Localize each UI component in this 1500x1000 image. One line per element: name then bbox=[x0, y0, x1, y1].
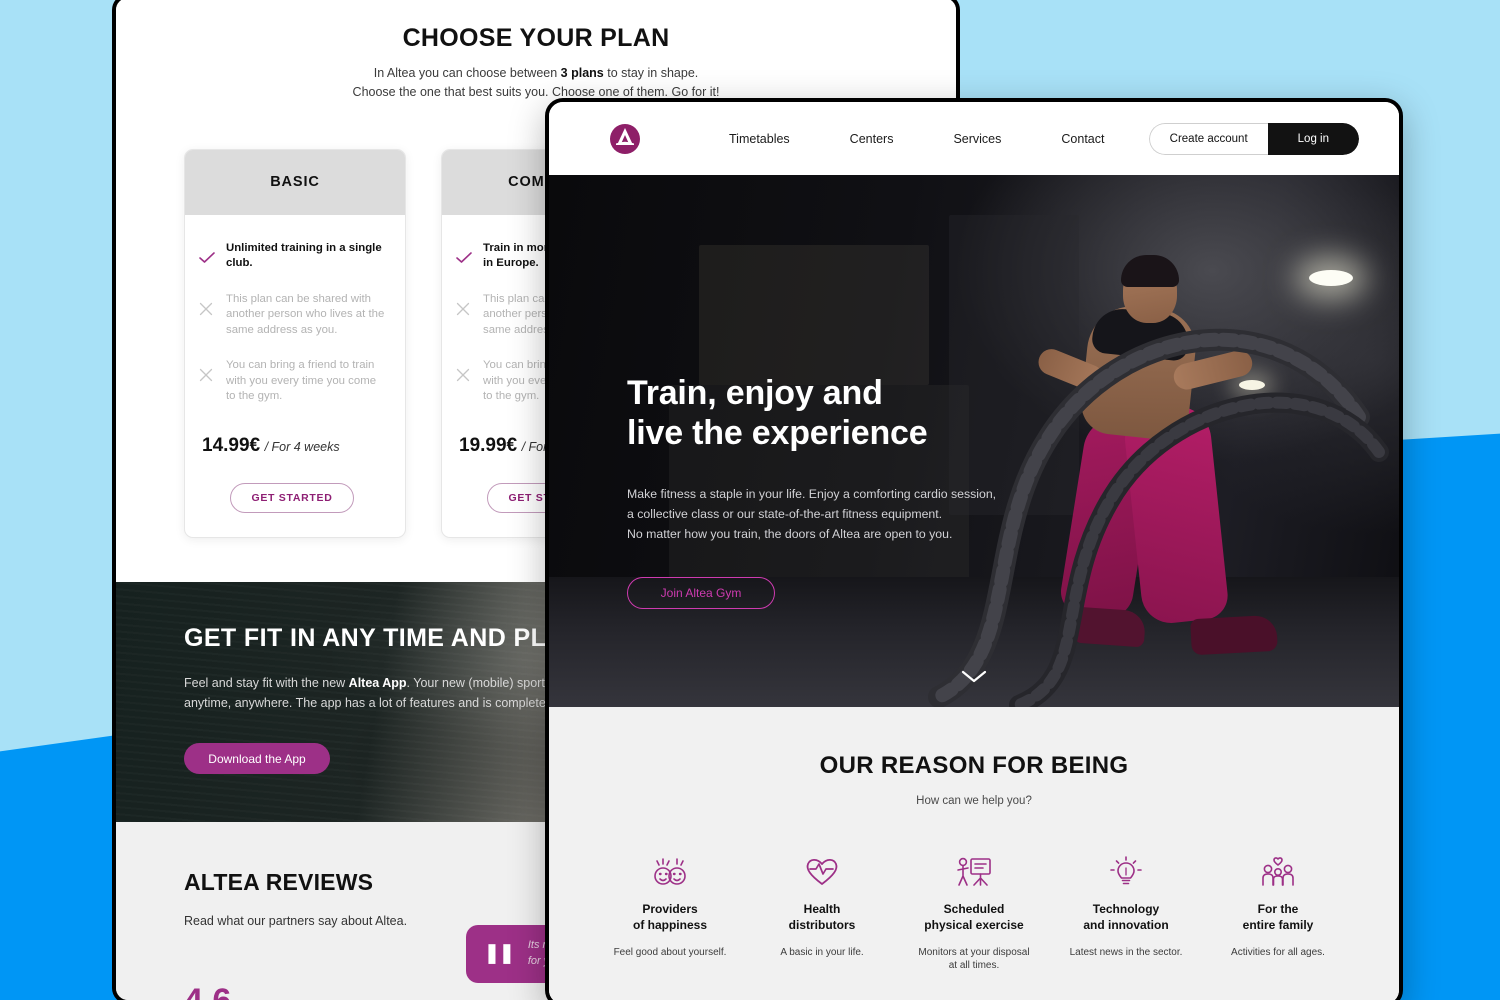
cross-icon bbox=[456, 292, 472, 339]
feature-providers-of-happiness[interactable]: Providers of happiness Feel good about y… bbox=[594, 855, 746, 973]
feature-technology-and-innovation[interactable]: Technology and innovation Latest news in… bbox=[1050, 855, 1202, 973]
plan-feature-excluded: You can bring a friend to train with you… bbox=[199, 358, 385, 405]
feature-description: Activities for all ages. bbox=[1231, 946, 1325, 958]
hero-desc-line3: No matter how you train, the doors of Al… bbox=[627, 527, 953, 542]
hero-title-line1: Train, enjoy and bbox=[627, 374, 883, 412]
feature-title: For the entire family bbox=[1242, 902, 1314, 932]
quote-icon: ❚❚ bbox=[484, 943, 515, 965]
plans-subtitle-part3: to stay in shape. bbox=[603, 66, 699, 80]
feature-for-the-entire-family[interactable]: For the entire family Activities for all… bbox=[1202, 855, 1354, 973]
plan-feature-included: Unlimited training in a single club. bbox=[199, 241, 385, 272]
plan-name: BASIC bbox=[185, 149, 405, 215]
page-title: CHOOSE YOUR PLAN bbox=[402, 24, 670, 52]
feature-description: Monitors at your disposal at all times. bbox=[918, 946, 1030, 972]
hero-desc-line1: Make fitness a staple in your life. Enjo… bbox=[627, 487, 997, 502]
cross-icon bbox=[199, 292, 215, 339]
feature-scheduled-physical-exercise[interactable]: Scheduled physical exercise Monitors at … bbox=[898, 855, 1050, 973]
plans-subtitle: In Altea you can choose between 3 plans … bbox=[116, 64, 956, 103]
join-altea-gym-button[interactable]: Join Altea Gym bbox=[627, 576, 775, 609]
create-account-button[interactable]: Create account bbox=[1148, 122, 1268, 155]
auth-button-group: Create account Log in bbox=[1148, 122, 1359, 155]
plan-feature-text: Unlimited training in a single club. bbox=[226, 241, 382, 270]
feature-title: Scheduled physical exercise bbox=[924, 902, 1024, 932]
hero-title-line2: live the experience bbox=[627, 414, 928, 453]
hero-title: Train, enjoy and live the experience bbox=[627, 373, 996, 453]
plans-subtitle-highlight: 3 plans bbox=[560, 66, 604, 80]
nav-link-timetables[interactable]: Timetables bbox=[699, 132, 820, 146]
check-icon bbox=[199, 241, 215, 272]
plan-card-basic[interactable]: BASIC Unlimited training in a single clu… bbox=[184, 148, 406, 538]
lightbulb-icon bbox=[1056, 855, 1196, 889]
feature-title: Technology and innovation bbox=[1083, 902, 1169, 932]
family-heart-icon bbox=[1208, 855, 1348, 889]
feature-title: Providers of happiness bbox=[632, 902, 707, 932]
cross-icon bbox=[199, 358, 215, 405]
nav-link-contact[interactable]: Contact bbox=[1031, 132, 1134, 146]
main-navigation: Timetables Centers Services Contact Crea… bbox=[549, 102, 1399, 175]
plan-feature-text: This plan can be shared with another per… bbox=[226, 292, 385, 336]
reason-for-being-section: OUR REASON FOR BEING How can we help you… bbox=[549, 707, 1399, 1000]
plans-subtitle-part1: In Altea you can choose between bbox=[373, 66, 561, 80]
reason-subtitle: How can we help you? bbox=[916, 795, 1032, 807]
nav-link-services[interactable]: Services bbox=[923, 132, 1031, 146]
feature-list: Providers of happiness Feel good about y… bbox=[549, 855, 1399, 973]
get-fit-body-part1: Feel and stay fit with the new bbox=[184, 675, 349, 690]
download-app-button[interactable]: Download the App bbox=[184, 743, 330, 775]
feature-description: Feel good about yourself. bbox=[613, 946, 727, 958]
altea-app-highlight: Altea App bbox=[348, 675, 407, 690]
plan-body: Unlimited training in a single club. Thi… bbox=[185, 215, 405, 537]
chevron-down-icon[interactable] bbox=[961, 670, 987, 689]
feature-description: A basic in your life. bbox=[780, 946, 864, 958]
plan-price: 14.99€ / For 4 weeks bbox=[199, 435, 385, 457]
feature-health-distributors[interactable]: Health distributors A basic in your life… bbox=[746, 855, 898, 973]
feature-description: Latest news in the sector. bbox=[1069, 946, 1183, 958]
happy-faces-icon bbox=[600, 855, 740, 889]
plan-price-amount: 14.99€ bbox=[202, 434, 261, 456]
hero-desc-line2: a collective class or our state-of-the-a… bbox=[627, 507, 943, 522]
hero-text-block: Train, enjoy and live the experience Mak… bbox=[627, 373, 996, 609]
hero-description: Make fitness a staple in your life. Enjo… bbox=[627, 485, 996, 545]
get-started-button[interactable]: GET STARTED bbox=[230, 482, 354, 513]
plan-feature-text: You can bring a friend to train with you… bbox=[226, 359, 377, 403]
log-in-button[interactable]: Log in bbox=[1267, 122, 1359, 155]
check-icon bbox=[456, 241, 472, 272]
feature-title: Health distributors bbox=[788, 902, 856, 932]
cross-icon bbox=[456, 358, 472, 405]
presenter-icon bbox=[904, 855, 1044, 889]
plan-feature-excluded: This plan can be shared with another per… bbox=[199, 292, 385, 339]
nav-link-centers[interactable]: Centers bbox=[820, 132, 924, 146]
reason-title: OUR REASON FOR BEING bbox=[819, 752, 1129, 779]
plan-price-amount: 19.99€ bbox=[459, 434, 518, 456]
heart-pulse-icon bbox=[752, 855, 892, 889]
plan-price-period: / For 4 weeks bbox=[264, 439, 340, 454]
foreground-browser-window[interactable]: Timetables Centers Services Contact Crea… bbox=[545, 98, 1403, 1000]
altea-logo-icon[interactable] bbox=[609, 123, 641, 155]
hero-section: Train, enjoy and live the experience Mak… bbox=[549, 175, 1399, 707]
nav-link-list: Timetables Centers Services Contact bbox=[699, 132, 1134, 146]
